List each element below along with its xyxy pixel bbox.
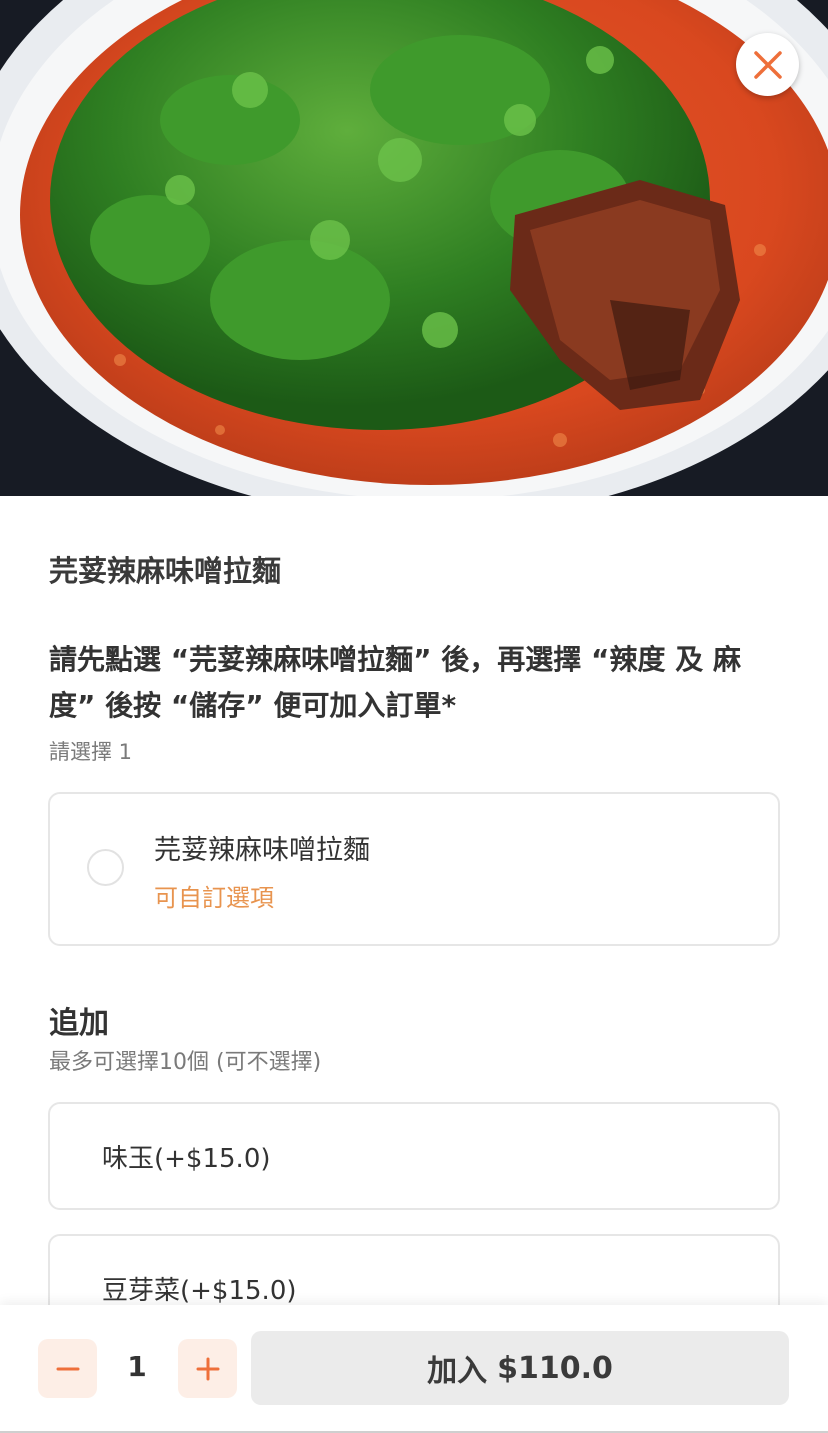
addon-section-requirement: 最多可選擇10個 (可不選擇) (49, 1050, 322, 1075)
plus-icon (196, 1357, 219, 1380)
order-footer: 1 加入 $110.0 (0, 1305, 828, 1433)
addon-section-title: 追加 (49, 1006, 109, 1041)
quantity-increase-button[interactable] (178, 1339, 237, 1398)
close-icon (753, 50, 782, 79)
close-button[interactable] (736, 33, 799, 96)
option-group-requirement: 請選擇 1 (49, 740, 133, 764)
option-name: 芫荽辣麻味噌拉麵 (154, 835, 370, 866)
quantity-decrease-button[interactable] (38, 1339, 97, 1398)
addon-item-label: 豆芽菜(+$15.0) (102, 1276, 297, 1306)
option-customizable-label: 可自訂選項 (154, 884, 274, 912)
add-to-cart-button[interactable]: 加入 $110.0 (251, 1331, 789, 1405)
addon-item-label: 味玉(+$15.0) (102, 1144, 271, 1174)
addon-item[interactable]: 味玉(+$15.0) (48, 1102, 780, 1210)
option-group-instruction: 請先點選 “芫荽辣麻味噌拉麵” 後，再選擇 “辣度 及 麻度” 後按 “儲存” … (49, 643, 741, 722)
add-to-cart-label: 加入 (427, 1354, 488, 1389)
ramen-photo (0, 0, 828, 496)
option-card-ramen[interactable]: 芫荽辣麻味噌拉麵 可自訂選項 (48, 792, 780, 946)
option-radio[interactable] (87, 849, 124, 886)
item-title: 芫荽辣麻味噌拉麵 (49, 554, 282, 588)
hero-image (0, 0, 828, 496)
add-to-cart-price: $110.0 (497, 1350, 613, 1386)
minus-icon (56, 1367, 79, 1370)
quantity-value: 1 (127, 1350, 147, 1383)
